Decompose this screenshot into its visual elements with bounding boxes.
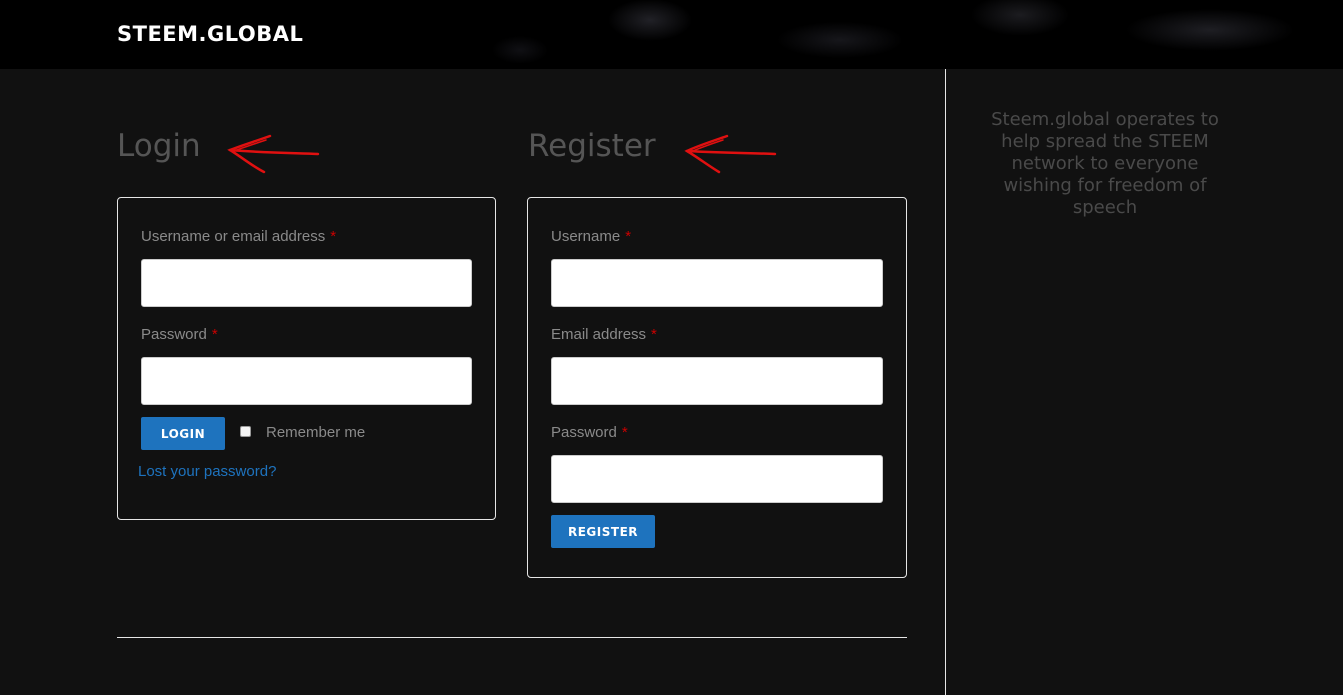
register-button[interactable]: REGISTER [551, 515, 655, 548]
login-username-input[interactable] [141, 259, 472, 307]
sidebar-tagline: Steem.global operates to help spread the… [991, 109, 1219, 218]
remember-me-label: Remember me [266, 424, 366, 441]
lost-password-link[interactable]: Lost your password? [138, 463, 276, 480]
login-button[interactable]: LOGIN [141, 417, 225, 450]
register-username-input[interactable] [551, 259, 883, 307]
remember-me-checkbox[interactable] [240, 426, 251, 437]
red-arrow-icon [684, 134, 777, 174]
login-password-input[interactable] [141, 357, 472, 405]
required-marker: * [625, 228, 632, 245]
login-form: Username or email address * Password * LOG… [117, 197, 496, 520]
world-map-background [420, 0, 1343, 69]
login-title: Login [117, 128, 201, 164]
register-password-input[interactable] [551, 455, 883, 503]
register-title: Register [528, 128, 656, 164]
register-password-label: Password * [551, 424, 628, 441]
red-arrow-icon [227, 134, 320, 174]
required-marker: * [651, 326, 657, 343]
register-email-input[interactable] [551, 357, 883, 405]
site-header: STEEM.GLOBAL [0, 0, 1343, 69]
site-logo[interactable]: STEEM.GLOBAL [117, 22, 303, 46]
register-form: Username * Email address * Password * REGIS… [527, 197, 907, 578]
required-marker: * [330, 228, 337, 245]
login-password-label: Password * [141, 326, 218, 343]
register-username-label: Username * [551, 228, 632, 245]
required-marker: * [621, 424, 628, 441]
register-email-label: Email address * [551, 326, 657, 343]
sidebar-divider [945, 69, 946, 695]
content-divider [117, 637, 907, 638]
required-marker: * [211, 326, 218, 343]
login-username-label: Username or email address * [141, 228, 337, 245]
